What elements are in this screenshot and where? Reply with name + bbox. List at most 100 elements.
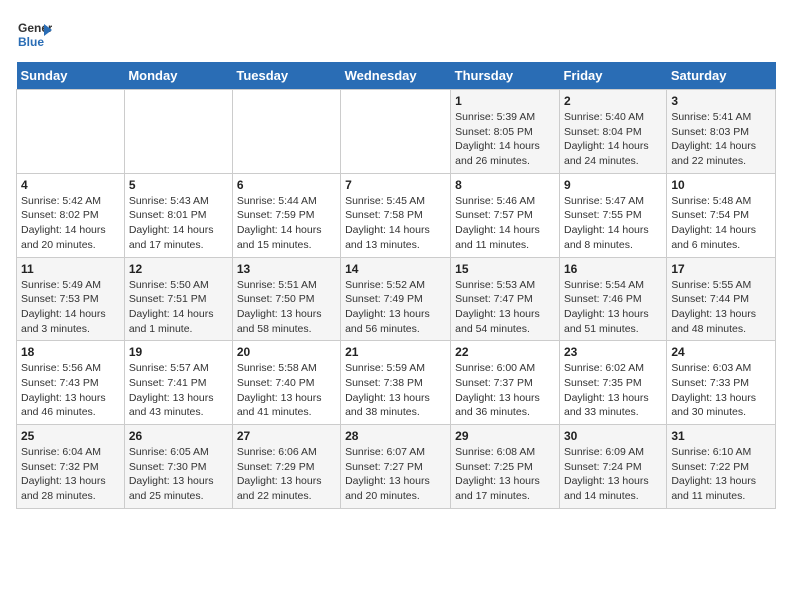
day-cell: 10 Sunrise: 5:48 AM Sunset: 7:54 PM Dayli… bbox=[667, 173, 776, 257]
day-cell bbox=[341, 90, 451, 174]
day-cell: 4 Sunrise: 5:42 AM Sunset: 8:02 PM Daylig… bbox=[17, 173, 125, 257]
day-number: 17 bbox=[671, 262, 771, 276]
day-number: 31 bbox=[671, 429, 771, 443]
day-number: 13 bbox=[237, 262, 336, 276]
day-number: 18 bbox=[21, 345, 120, 359]
day-cell bbox=[232, 90, 340, 174]
day-number: 23 bbox=[564, 345, 662, 359]
day-number: 20 bbox=[237, 345, 336, 359]
week-row-3: 11 Sunrise: 5:49 AM Sunset: 7:53 PM Dayli… bbox=[17, 257, 776, 341]
day-cell: 14 Sunrise: 5:52 AM Sunset: 7:49 PM Dayli… bbox=[341, 257, 451, 341]
day-info: Sunrise: 5:42 AM Sunset: 8:02 PM Dayligh… bbox=[21, 194, 120, 253]
day-cell: 17 Sunrise: 5:55 AM Sunset: 7:44 PM Dayli… bbox=[667, 257, 776, 341]
day-cell: 21Sunrise: 5:59 AM Sunset: 7:38 PM Dayli… bbox=[341, 341, 451, 425]
day-cell: 2 Sunrise: 5:40 AM Sunset: 8:04 PM Daylig… bbox=[559, 90, 666, 174]
day-number: 27 bbox=[237, 429, 336, 443]
day-info: Sunrise: 6:05 AM Sunset: 7:30 PM Dayligh… bbox=[129, 445, 228, 504]
day-number: 12 bbox=[129, 262, 228, 276]
day-number: 2 bbox=[564, 94, 662, 108]
day-cell: 25 Sunrise: 6:04 AM Sunset: 7:32 PM Dayli… bbox=[17, 425, 125, 509]
day-cell: 9Sunrise: 5:47 AM Sunset: 7:55 PM Daylig… bbox=[559, 173, 666, 257]
day-number: 1 bbox=[455, 94, 555, 108]
day-number: 22 bbox=[455, 345, 555, 359]
day-info: Sunrise: 5:48 AM Sunset: 7:54 PM Dayligh… bbox=[671, 194, 771, 253]
day-cell: 31 Sunrise: 6:10 AM Sunset: 7:22 PM Dayli… bbox=[667, 425, 776, 509]
day-cell bbox=[124, 90, 232, 174]
day-cell: 24 Sunrise: 6:03 AM Sunset: 7:33 PM Dayli… bbox=[667, 341, 776, 425]
day-info: Sunrise: 6:02 AM Sunset: 7:35 PM Dayligh… bbox=[564, 361, 662, 420]
day-cell: 6 Sunrise: 5:44 AM Sunset: 7:59 PM Daylig… bbox=[232, 173, 340, 257]
day-info: Sunrise: 5:39 AM Sunset: 8:05 PM Dayligh… bbox=[455, 110, 555, 169]
header-thursday: Thursday bbox=[451, 62, 560, 90]
day-info: Sunrise: 5:58 AM Sunset: 7:40 PM Dayligh… bbox=[237, 361, 336, 420]
day-cell: 22 Sunrise: 6:00 AM Sunset: 7:37 PM Dayli… bbox=[451, 341, 560, 425]
week-row-1: 1 Sunrise: 5:39 AM Sunset: 8:05 PM Daylig… bbox=[17, 90, 776, 174]
day-number: 11 bbox=[21, 262, 120, 276]
day-info: Sunrise: 5:49 AM Sunset: 7:53 PM Dayligh… bbox=[21, 278, 120, 337]
day-cell: 1 Sunrise: 5:39 AM Sunset: 8:05 PM Daylig… bbox=[451, 90, 560, 174]
week-row-2: 4 Sunrise: 5:42 AM Sunset: 8:02 PM Daylig… bbox=[17, 173, 776, 257]
day-info: Sunrise: 5:41 AM Sunset: 8:03 PM Dayligh… bbox=[671, 110, 771, 169]
day-info: Sunrise: 5:50 AM Sunset: 7:51 PM Dayligh… bbox=[129, 278, 228, 337]
calendar-table: Sunday Monday Tuesday Wednesday Thursday… bbox=[16, 62, 776, 509]
header-sunday: Sunday bbox=[17, 62, 125, 90]
logo: General Blue bbox=[16, 16, 52, 52]
day-info: Sunrise: 6:10 AM Sunset: 7:22 PM Dayligh… bbox=[671, 445, 771, 504]
header-monday: Monday bbox=[124, 62, 232, 90]
day-number: 25 bbox=[21, 429, 120, 443]
day-info: Sunrise: 5:57 AM Sunset: 7:41 PM Dayligh… bbox=[129, 361, 228, 420]
day-number: 3 bbox=[671, 94, 771, 108]
header-friday: Friday bbox=[559, 62, 666, 90]
header-saturday: Saturday bbox=[667, 62, 776, 90]
page-header: General Blue bbox=[16, 16, 776, 52]
day-cell: 16Sunrise: 5:54 AM Sunset: 7:46 PM Dayli… bbox=[559, 257, 666, 341]
day-cell: 8Sunrise: 5:46 AM Sunset: 7:57 PM Daylig… bbox=[451, 173, 560, 257]
day-number: 4 bbox=[21, 178, 120, 192]
day-number: 28 bbox=[345, 429, 446, 443]
week-row-4: 18 Sunrise: 5:56 AM Sunset: 7:43 PM Dayli… bbox=[17, 341, 776, 425]
day-info: Sunrise: 6:09 AM Sunset: 7:24 PM Dayligh… bbox=[564, 445, 662, 504]
day-info: Sunrise: 6:00 AM Sunset: 7:37 PM Dayligh… bbox=[455, 361, 555, 420]
day-cell: 29 Sunrise: 6:08 AM Sunset: 7:25 PM Dayli… bbox=[451, 425, 560, 509]
day-info: Sunrise: 6:03 AM Sunset: 7:33 PM Dayligh… bbox=[671, 361, 771, 420]
day-number: 15 bbox=[455, 262, 555, 276]
day-info: Sunrise: 5:52 AM Sunset: 7:49 PM Dayligh… bbox=[345, 278, 446, 337]
day-info: Sunrise: 5:53 AM Sunset: 7:47 PM Dayligh… bbox=[455, 278, 555, 337]
day-info: Sunrise: 6:08 AM Sunset: 7:25 PM Dayligh… bbox=[455, 445, 555, 504]
day-info: Sunrise: 5:56 AM Sunset: 7:43 PM Dayligh… bbox=[21, 361, 120, 420]
day-info: Sunrise: 6:07 AM Sunset: 7:27 PM Dayligh… bbox=[345, 445, 446, 504]
day-cell: 3 Sunrise: 5:41 AM Sunset: 8:03 PM Daylig… bbox=[667, 90, 776, 174]
day-info: Sunrise: 5:59 AM Sunset: 7:38 PM Dayligh… bbox=[345, 361, 446, 420]
day-cell: 7Sunrise: 5:45 AM Sunset: 7:58 PM Daylig… bbox=[341, 173, 451, 257]
day-cell: 12 Sunrise: 5:50 AM Sunset: 7:51 PM Dayli… bbox=[124, 257, 232, 341]
day-info: Sunrise: 5:55 AM Sunset: 7:44 PM Dayligh… bbox=[671, 278, 771, 337]
day-cell: 5Sunrise: 5:43 AM Sunset: 8:01 PM Daylig… bbox=[124, 173, 232, 257]
day-number: 30 bbox=[564, 429, 662, 443]
day-cell: 13 Sunrise: 5:51 AM Sunset: 7:50 PM Dayli… bbox=[232, 257, 340, 341]
day-number: 5 bbox=[129, 178, 228, 192]
day-number: 14 bbox=[345, 262, 446, 276]
day-number: 24 bbox=[671, 345, 771, 359]
weekday-header-row: Sunday Monday Tuesday Wednesday Thursday… bbox=[17, 62, 776, 90]
day-info: Sunrise: 6:04 AM Sunset: 7:32 PM Dayligh… bbox=[21, 445, 120, 504]
day-info: Sunrise: 5:51 AM Sunset: 7:50 PM Dayligh… bbox=[237, 278, 336, 337]
day-number: 10 bbox=[671, 178, 771, 192]
day-info: Sunrise: 5:44 AM Sunset: 7:59 PM Dayligh… bbox=[237, 194, 336, 253]
logo-icon: General Blue bbox=[16, 16, 52, 52]
day-info: Sunrise: 5:46 AM Sunset: 7:57 PM Dayligh… bbox=[455, 194, 555, 253]
day-cell bbox=[17, 90, 125, 174]
header-wednesday: Wednesday bbox=[341, 62, 451, 90]
day-info: Sunrise: 5:54 AM Sunset: 7:46 PM Dayligh… bbox=[564, 278, 662, 337]
header-tuesday: Tuesday bbox=[232, 62, 340, 90]
day-info: Sunrise: 5:40 AM Sunset: 8:04 PM Dayligh… bbox=[564, 110, 662, 169]
day-number: 29 bbox=[455, 429, 555, 443]
day-cell: 23 Sunrise: 6:02 AM Sunset: 7:35 PM Dayli… bbox=[559, 341, 666, 425]
day-cell: 30 Sunrise: 6:09 AM Sunset: 7:24 PM Dayli… bbox=[559, 425, 666, 509]
day-info: Sunrise: 5:47 AM Sunset: 7:55 PM Dayligh… bbox=[564, 194, 662, 253]
day-cell: 27 Sunrise: 6:06 AM Sunset: 7:29 PM Dayli… bbox=[232, 425, 340, 509]
day-cell: 19Sunrise: 5:57 AM Sunset: 7:41 PM Dayli… bbox=[124, 341, 232, 425]
svg-text:Blue: Blue bbox=[18, 35, 44, 49]
day-info: Sunrise: 6:06 AM Sunset: 7:29 PM Dayligh… bbox=[237, 445, 336, 504]
day-number: 6 bbox=[237, 178, 336, 192]
day-cell: 26Sunrise: 6:05 AM Sunset: 7:30 PM Dayli… bbox=[124, 425, 232, 509]
